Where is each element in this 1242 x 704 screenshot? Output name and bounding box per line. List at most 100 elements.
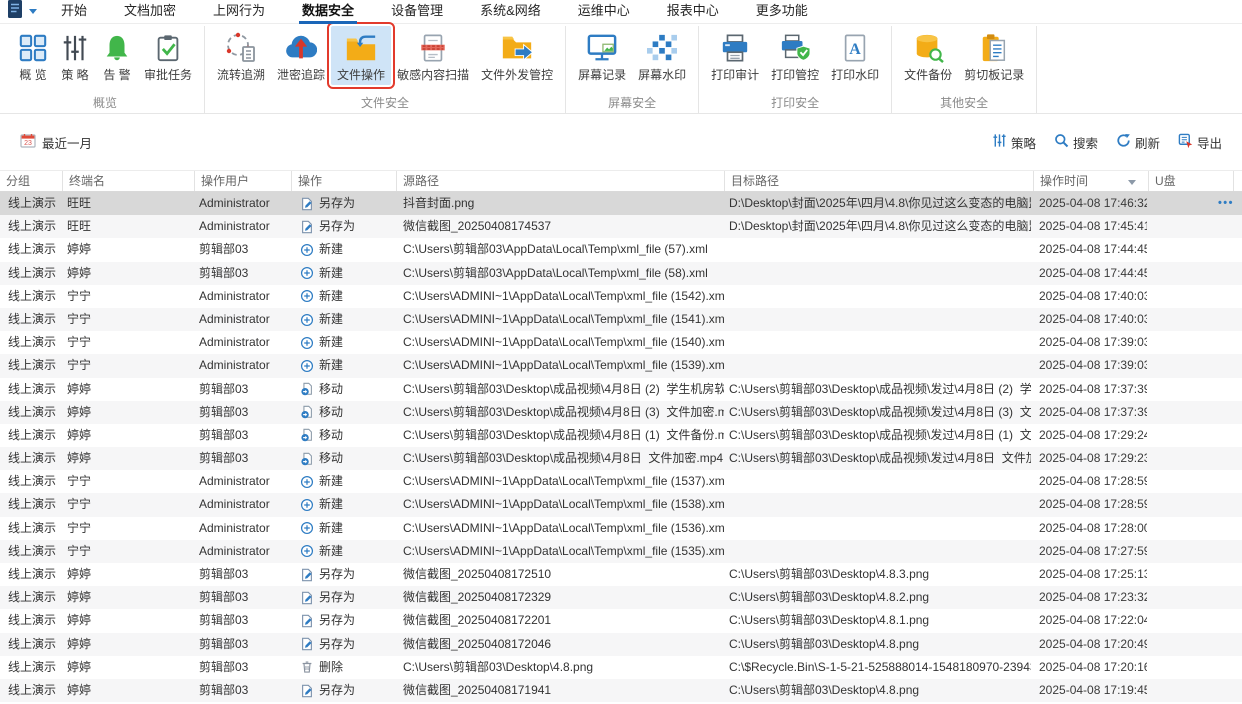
action-label: 另存为 [319,590,356,605]
cell-terminal: 宁宁 [67,474,92,489]
cell-user: 剪辑部03 [199,613,249,628]
table-row[interactable]: 线上演示 宁宁 Administrator 新建 C:\Users\ADMINI~1\A… [0,493,1242,517]
cell-group: 线上演示 [8,590,57,605]
tab-doc-encrypt[interactable]: 文档加密 [124,0,176,24]
ribbon-item-leak-trace[interactable]: 泄密追踪 [271,26,331,85]
saveas-icon [300,591,314,605]
tab-start[interactable]: 开始 [61,0,87,24]
cell-action: 新建 [300,238,396,261]
saveas-icon [300,197,314,211]
cell-user: 剪辑部03 [199,567,249,581]
date-range-filter[interactable]: 23 最近一月 [20,133,92,152]
ribbon-item-approval[interactable]: 审批任务 [138,26,198,85]
cell-group: 线上演示 [8,196,57,210]
action-label: 新建 [319,335,344,350]
table-row[interactable]: 线上演示 婷婷 剪辑部03 另存为 微信截图_20250408172510 C:\User… [0,563,1242,587]
ribbon-item-policy[interactable]: 策 略 [54,26,96,85]
ribbon-item-overview[interactable]: 概 览 [12,26,54,85]
table-row[interactable]: 线上演示 婷婷 剪辑部03 移动 C:\Users\剪辑部03\Desktop\成品视频… [0,400,1242,424]
time-filter-dropdown[interactable] [1128,180,1136,185]
cell-target-path [729,540,1031,563]
table-row[interactable]: 线上演示 婷婷 剪辑部03 移动 C:\Users\剪辑部03\Desktop\成品视频… [0,377,1242,401]
column-header-time[interactable]: 操作时间 [1034,171,1149,191]
table-row[interactable]: 线上演示 宁宁 Administrator 新建 C:\Users\ADMINI~1\A… [0,539,1242,563]
cell-usb [1154,493,1230,516]
tab-more[interactable]: 更多功能 [756,0,808,24]
ribbon-item-sensitive-scan[interactable]: 敏感内容扫描 [391,26,475,85]
ribbon-item-file-operations[interactable]: 文件操作 [327,22,396,89]
table-row[interactable]: 线上演示 宁宁 Administrator 新建 C:\Users\ADMINI~1\A… [0,284,1242,308]
cell-source-path: 微信截图_20250408172201 [403,613,552,628]
cell-group: 线上演示 [8,381,57,396]
tab-report-center[interactable]: 报表中心 [667,0,719,24]
policy-button[interactable]: 策略 [992,133,1036,152]
column-header-group[interactable]: 分组 [0,171,63,191]
app-menu-button[interactable] [8,0,37,23]
ribbon-item-print-control[interactable]: 打印管控 [765,26,825,85]
table-row[interactable]: 线上演示 婷婷 剪辑部03 另存为 微信截图_20250408172046 C:\User… [0,632,1242,656]
cell-terminal: 旺旺 [67,219,92,234]
ribbon-item-screen-record[interactable]: 屏幕记录 [572,26,632,85]
cell-user: 剪辑部03 [199,682,249,697]
ribbon-item-file-outgoing-control[interactable]: 文件外发管控 [475,26,559,85]
tab-device-mgmt[interactable]: 设备管理 [391,0,443,24]
cell-target-path [729,517,1031,540]
table-row[interactable]: 线上演示 宁宁 Administrator 新建 C:\Users\ADMINI~1\A… [0,307,1242,332]
ribbon-group-screen-security: 屏幕记录 屏幕水印 屏幕安全 [566,26,700,113]
table-row[interactable]: 线上演示 宁宁 Administrator 新建 C:\Users\ADMINI~1\A… [0,354,1242,378]
tab-ops-center[interactable]: 运维中心 [578,0,630,24]
column-header-target-path[interactable]: 目标路径 [725,171,1034,191]
table-row[interactable]: 线上演示 婷婷 剪辑部03 新建 C:\Users\剪辑部03\AppData\Loca… [0,261,1242,285]
cell-target-path: C:\Users\剪辑部03\Desktop\成品视频\发过\4月8日 文件加.… [729,451,1031,466]
column-header-source-path[interactable]: 源路径 [397,171,725,191]
column-header-user[interactable]: 操作用户 [195,171,292,191]
tab-system-network[interactable]: 系统&网络 [480,0,541,24]
cell-action: 另存为 [300,679,396,702]
table-row[interactable]: 线上演示 宁宁 Administrator 新建 C:\Users\ADMINI~1\A… [0,331,1242,355]
table-row[interactable]: 线上演示 宁宁 Administrator 新建 C:\Users\ADMINI~1\A… [0,516,1242,540]
column-header-usb[interactable]: U盘 [1149,171,1234,191]
table-row[interactable]: 线上演示 婷婷 剪辑部03 新建 C:\Users\剪辑部03\AppData\Loca… [0,238,1242,262]
table-row[interactable]: 线上演示 婷婷 剪辑部03 移动 C:\Users\剪辑部03\Desktop\成品视频… [0,447,1242,471]
ribbon-item-alert[interactable]: 告 警 [96,26,138,85]
export-button[interactable]: 导出 [1178,133,1222,152]
tab-data-security[interactable]: 数据安全 [299,0,358,24]
cell-group: 线上演示 [8,636,57,651]
table-row[interactable]: 线上演示 旺旺 Administrator 另存为 抖音封面.png D:\Desktop… [0,192,1242,216]
action-label: 另存为 [319,636,356,651]
column-header-action[interactable]: 操作 [292,171,397,191]
refresh-button[interactable]: 刷新 [1116,133,1160,152]
cell-usb [1154,308,1230,331]
ribbon-item-flow-trace[interactable]: 流转追溯 [211,26,271,85]
tab-web-behavior[interactable]: 上网行为 [213,0,265,24]
search-button[interactable]: 搜索 [1054,133,1098,152]
ribbon-item-file-backup[interactable]: 文件备份 [898,26,958,85]
cell-action: 新建 [300,285,396,308]
ribbon-item-clipboard-record[interactable]: 剪切板记录 [958,26,1030,85]
cloud-arrow-icon [285,30,318,65]
cell-source-path: C:\Users\剪辑部03\Desktop\成品视频\4月8日 文件加密.mp… [403,451,724,466]
new-icon [300,266,314,280]
table-row[interactable]: 线上演示 婷婷 剪辑部03 移动 C:\Users\剪辑部03\Desktop\成品视频… [0,423,1242,448]
cell-user: 剪辑部03 [199,381,249,396]
action-label: 另存为 [319,613,356,628]
action-label: 移动 [319,451,344,466]
ribbon-item-print-audit[interactable]: 打印审计 [705,26,765,85]
table-row[interactable]: 线上演示 婷婷 剪辑部03 删除 C:\Users\剪辑部03\Desktop\4.8.… [0,655,1242,679]
column-header-terminal[interactable]: 终端名 [63,171,195,191]
row-actions-ellipsis[interactable]: ••• [1218,192,1234,215]
cell-time: 2025-04-08 17:29:23 [1039,451,1147,466]
table-row[interactable]: 线上演示 宁宁 Administrator 新建 C:\Users\ADMINI~1\A… [0,470,1242,494]
cell-target-path [729,470,1031,493]
cell-terminal: 婷婷 [67,682,92,697]
cell-target-path: C:\Users\剪辑部03\Desktop\4.8.1.png [729,613,930,628]
table-row[interactable]: 线上演示 婷婷 剪辑部03 另存为 微信截图_20250408172329 C:\User… [0,586,1242,610]
cell-action: 另存为 [300,633,396,656]
ribbon-item-screen-watermark[interactable]: 屏幕水印 [632,26,692,85]
table-row[interactable]: 线上演示 婷婷 剪辑部03 另存为 微信截图_20250408172201 C:\User… [0,609,1242,633]
cell-source-path: C:\Users\剪辑部03\Desktop\成品视频\4月8日 (2) 学生机… [403,381,724,396]
table-row[interactable]: 线上演示 旺旺 Administrator 另存为 微信截图_2025040817453… [0,215,1242,239]
table-row[interactable]: 线上演示 婷婷 剪辑部03 另存为 微信截图_20250408171941 C:\User… [0,678,1242,703]
ribbon-item-print-watermark[interactable]: A 打印水印 [825,26,885,85]
folder-return-arrow-icon [344,30,378,65]
